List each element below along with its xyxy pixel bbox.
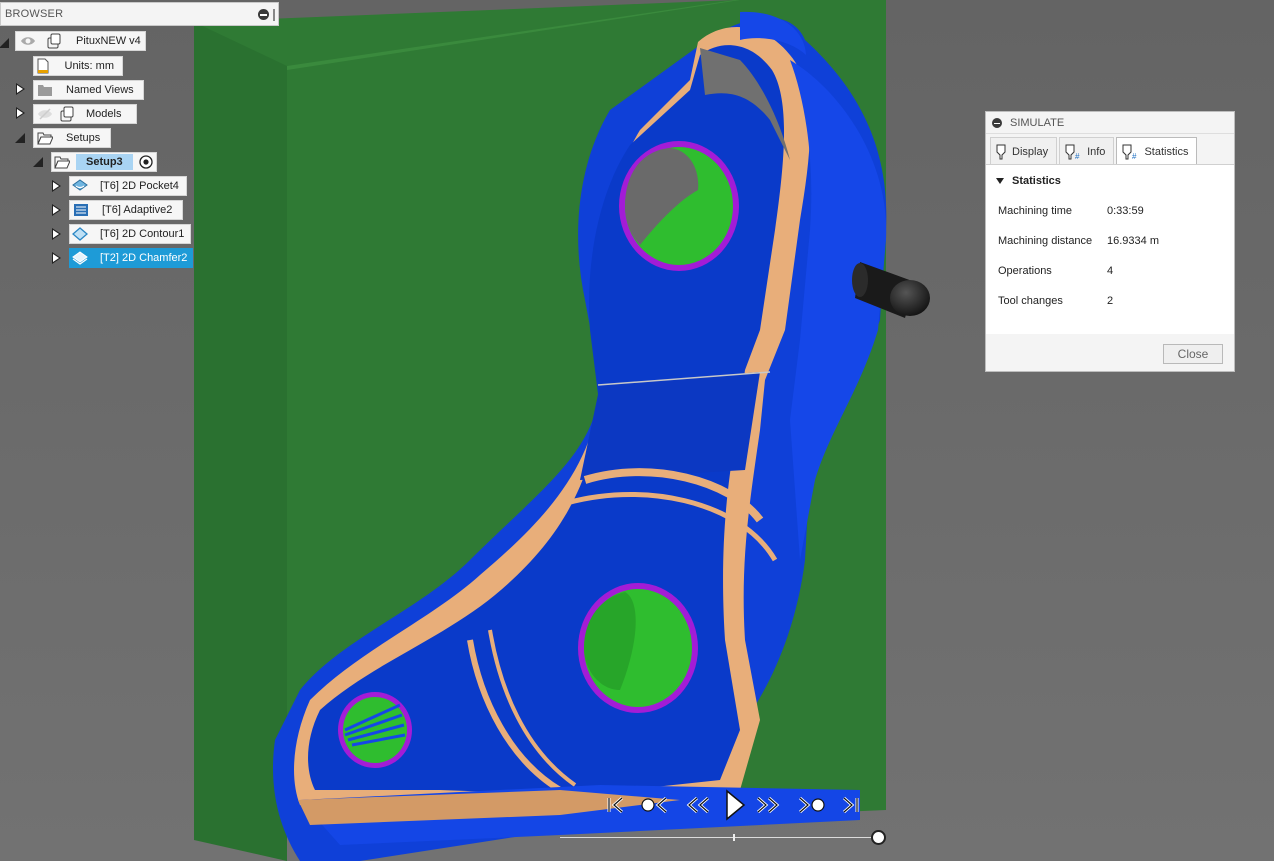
tab-statistics-label: Statistics xyxy=(1144,145,1189,158)
tree-node-operation[interactable]: [T6] 2D Pocket4 xyxy=(69,176,187,196)
statistics-section-header[interactable]: Statistics xyxy=(996,175,1061,187)
tab-display[interactable]: Display xyxy=(990,137,1058,165)
folder-icon xyxy=(36,82,54,98)
chamfer-operation-icon xyxy=(72,250,88,266)
tree-node-units[interactable]: Units: mm xyxy=(33,56,123,76)
stat-value: 4 xyxy=(1107,265,1114,277)
tree-node-operation[interactable]: [T6] 2D Contour1 xyxy=(69,224,191,244)
operation-label: [T6] Adaptive2 xyxy=(102,204,173,216)
tree-node-root[interactable]: PituxNEW v4 xyxy=(15,31,146,51)
next-operation-icon[interactable] xyxy=(796,792,828,818)
expand-arrow-icon[interactable] xyxy=(50,252,62,264)
root-label: PituxNEW v4 xyxy=(76,35,141,47)
contour-operation-icon xyxy=(72,226,88,242)
center-hole xyxy=(578,583,698,713)
collapse-triangle-icon[interactable] xyxy=(996,178,1004,184)
expand-arrow-icon[interactable] xyxy=(50,228,62,240)
active-setup-indicator-icon[interactable] xyxy=(139,155,153,169)
component-icon xyxy=(58,106,76,122)
tab-statistics[interactable]: # Statistics xyxy=(1116,137,1198,165)
tree-node-operation-selected[interactable]: [T2] 2D Chamfer2 xyxy=(69,248,193,268)
named-views-label: Named Views xyxy=(66,84,134,96)
simulate-panel-header[interactable]: SIMULATE xyxy=(986,112,1234,134)
timeline-slider-handle[interactable] xyxy=(871,830,886,845)
expand-arrow-icon[interactable] xyxy=(14,83,26,95)
statistics-content: Statistics Machining time 0:33:59 Machin… xyxy=(986,164,1234,334)
browser-panel-header[interactable]: BROWSER xyxy=(0,2,279,26)
statistics-section-title: Statistics xyxy=(1012,175,1061,187)
tab-info-label: Info xyxy=(1087,145,1106,158)
expand-arrow-icon[interactable] xyxy=(50,180,62,192)
pocket-operation-icon xyxy=(72,178,88,194)
svg-text:#: # xyxy=(1132,152,1137,160)
close-button[interactable]: Close xyxy=(1163,344,1223,364)
eye-icon[interactable] xyxy=(20,33,36,49)
play-icon[interactable] xyxy=(722,788,748,822)
expand-arrow-icon[interactable] xyxy=(14,107,26,119)
open-folder-icon xyxy=(36,130,54,146)
units-label: Units: mm xyxy=(64,60,115,72)
setups-label: Setups xyxy=(66,132,101,144)
step-back-icon[interactable] xyxy=(684,792,714,818)
tree-node-named-views[interactable]: Named Views xyxy=(33,80,144,100)
skip-to-start-icon[interactable] xyxy=(604,792,628,818)
setup-label: Setup3 xyxy=(76,154,133,170)
tree-node-operation[interactable]: [T6] Adaptive2 xyxy=(69,200,183,220)
eye-hidden-icon[interactable] xyxy=(36,106,54,122)
stat-label: Machining time xyxy=(998,205,1072,217)
small-hole xyxy=(338,692,412,768)
skip-to-end-icon[interactable] xyxy=(838,792,862,818)
simulation-timeline[interactable] xyxy=(560,837,878,838)
collapse-icon[interactable] xyxy=(992,118,1002,128)
adaptive-operation-icon xyxy=(72,202,90,218)
tree-node-setup[interactable]: Setup3 xyxy=(51,152,157,172)
open-folder-icon xyxy=(54,154,70,170)
collapse-arrow-icon[interactable] xyxy=(14,132,26,144)
tool-display-icon xyxy=(995,144,1007,160)
tab-info[interactable]: # Info xyxy=(1059,137,1115,165)
tree-node-models[interactable]: Models xyxy=(33,104,137,124)
simulate-panel[interactable]: SIMULATE Display # Info # Statistics Sta… xyxy=(985,111,1235,372)
timeline-marker xyxy=(733,834,735,841)
models-label: Models xyxy=(86,108,122,120)
stat-value: 2 xyxy=(1107,295,1114,307)
tree-node-setups[interactable]: Setups xyxy=(33,128,111,148)
operation-label: [T2] 2D Chamfer2 xyxy=(100,252,188,264)
svg-text:#: # xyxy=(1075,152,1080,160)
previous-operation-icon[interactable] xyxy=(638,792,670,818)
browser-title: BROWSER xyxy=(5,8,64,20)
document-units-icon xyxy=(36,58,51,74)
top-hole xyxy=(619,141,739,271)
tool-statistics-icon: # xyxy=(1121,144,1139,160)
stat-value: 16.9334 m xyxy=(1107,235,1159,247)
stat-label: Operations xyxy=(998,265,1052,277)
collapse-arrow-icon[interactable] xyxy=(0,37,10,49)
tab-display-label: Display xyxy=(1012,145,1049,158)
expand-arrow-icon[interactable] xyxy=(50,204,62,216)
stat-value: 0:33:59 xyxy=(1107,205,1144,217)
step-forward-icon[interactable] xyxy=(752,792,782,818)
simulate-title: SIMULATE xyxy=(1010,116,1065,129)
simulate-tabs: Display # Info # Statistics xyxy=(990,137,1199,165)
operation-label: [T6] 2D Pocket4 xyxy=(100,180,179,192)
component-icon xyxy=(46,33,62,49)
tool-info-icon: # xyxy=(1064,144,1082,160)
collapse-icon[interactable] xyxy=(258,9,269,20)
pin-icon[interactable] xyxy=(273,9,275,21)
stat-label: Machining distance xyxy=(998,235,1093,247)
collapse-arrow-icon[interactable] xyxy=(32,156,44,168)
operation-label: [T6] 2D Contour1 xyxy=(100,228,185,240)
stat-label: Tool changes xyxy=(998,295,1063,307)
